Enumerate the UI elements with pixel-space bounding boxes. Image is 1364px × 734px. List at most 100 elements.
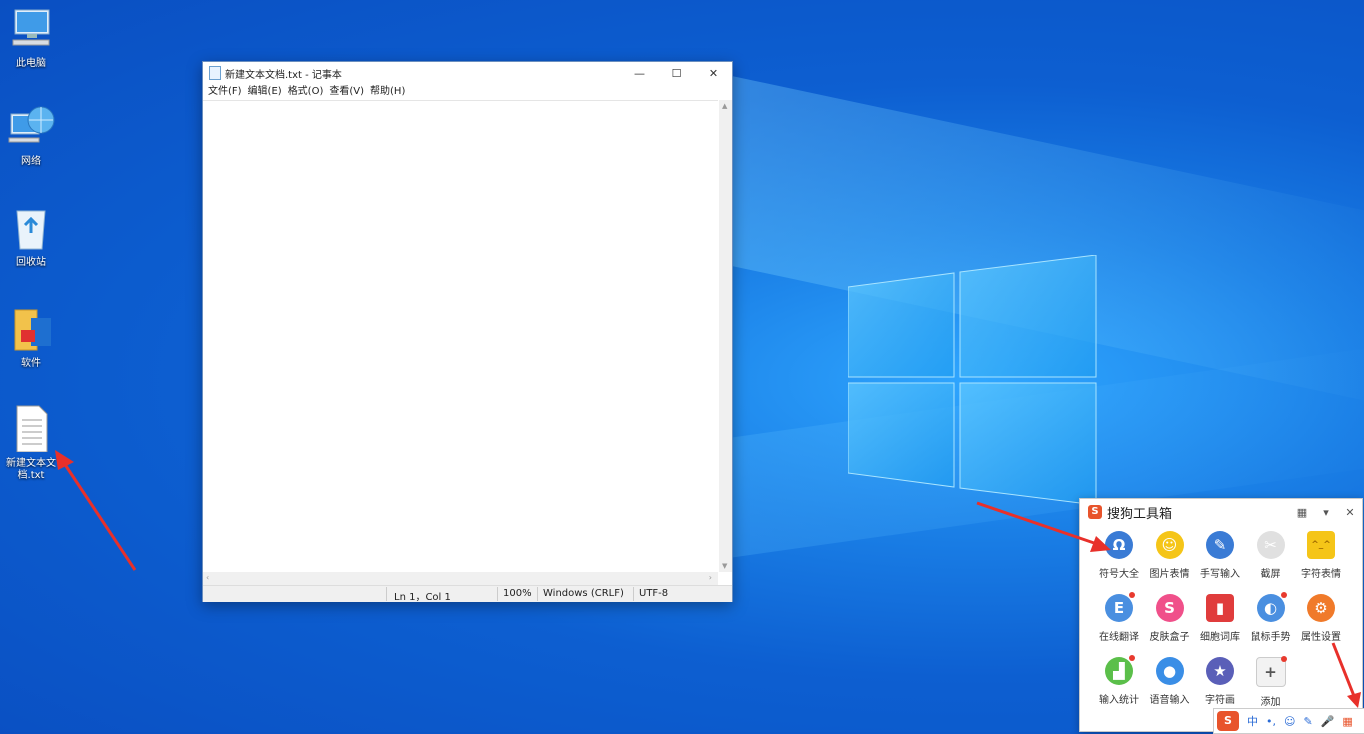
toolbox-item-label: 截屏 bbox=[1260, 569, 1281, 580]
toolbox-item[interactable]: Ω 符号大全 bbox=[1094, 531, 1144, 580]
text-file-icon bbox=[16, 405, 48, 453]
gear-icon: ⚙ bbox=[1307, 594, 1335, 622]
computer-icon bbox=[12, 9, 50, 46]
toolbox-icon[interactable]: ▦ bbox=[1342, 715, 1352, 728]
toolbox-item-label: 字符表情 bbox=[1301, 569, 1341, 580]
toolbox-item-label: 皮肤盒子 bbox=[1149, 632, 1190, 643]
desktop-icon-this-pc[interactable]: 此电脑 bbox=[0, 4, 62, 70]
text-editor-area[interactable] bbox=[203, 100, 718, 573]
folder-icon bbox=[14, 309, 51, 351]
menu-file[interactable]: 文件(F) bbox=[205, 84, 245, 100]
desktop-icon-label: 新建文本文档.txt bbox=[6, 458, 56, 481]
minimize-button[interactable]: — bbox=[621, 62, 658, 84]
toolbox-item-label: 在线翻译 bbox=[1099, 632, 1139, 643]
toolbox-item[interactable]: ● 语音输入 bbox=[1145, 657, 1195, 706]
toolbox-item[interactable]: S 皮肤盒子 bbox=[1145, 594, 1195, 643]
toolbox-item[interactable]: ▟ 输入统计 bbox=[1094, 655, 1144, 706]
scissors-icon: ✂ bbox=[1256, 531, 1285, 559]
menu-bar: 文件(F) 编辑(E) 格式(O) 查看(V) 帮助(H) bbox=[203, 84, 732, 100]
toolbox-skin-button[interactable]: ▦ bbox=[1290, 506, 1314, 519]
punctuation-icon[interactable]: •, bbox=[1266, 715, 1276, 728]
notepad-window: 新建文本文档.txt - 记事本 — ☐ ✕ 文件(F) 编辑(E) 格式(O)… bbox=[202, 61, 733, 603]
desktop-icon-recycle-bin[interactable]: 回收站 bbox=[0, 203, 62, 269]
desktop-icon-label: 回收站 bbox=[16, 257, 46, 268]
sogou-toolbox-panel: S 搜狗工具箱 ▦ ▾ ✕ Ω 符号大全 ☺ 图片表情 ✎ 手写输入 ✂ 截屏 ^_^ 字符表情 E… bbox=[1079, 498, 1363, 732]
sogou-logo-icon[interactable]: S bbox=[1217, 711, 1239, 731]
scroll-up-icon[interactable]: ▲ bbox=[722, 102, 727, 110]
microphone-icon[interactable]: 🎤 bbox=[1321, 715, 1335, 728]
toolbox-item-label: 细胞词库 bbox=[1200, 632, 1240, 643]
toolbox-item-label: 图片表情 bbox=[1149, 569, 1190, 580]
status-line-ending: Windows (CRLF) bbox=[543, 588, 624, 599]
notepad-title-bar[interactable]: 新建文本文档.txt - 记事本 — ☐ ✕ bbox=[203, 62, 732, 84]
toolbox-item[interactable]: ^_^ 字符表情 bbox=[1296, 531, 1346, 580]
toolbox-header: S 搜狗工具箱 ▦ ▾ ✕ bbox=[1080, 499, 1362, 525]
windows-logo-wallpaper bbox=[848, 255, 1097, 505]
status-zoom: 100% bbox=[503, 588, 532, 599]
menu-edit[interactable]: 编辑(E) bbox=[245, 84, 285, 100]
scroll-down-icon[interactable]: ▼ bbox=[722, 562, 727, 570]
toolbox-item[interactable]: E 在线翻译 bbox=[1094, 592, 1144, 643]
chinese-mode-icon[interactable]: 中 bbox=[1247, 713, 1258, 729]
toolbox-item[interactable]: ⚙ 属性设置 bbox=[1296, 594, 1346, 643]
toolbox-item[interactable]: ✂ 截屏 bbox=[1246, 531, 1296, 580]
toolbox-item[interactable]: ✎ 手写输入 bbox=[1195, 531, 1245, 580]
notification-dot bbox=[1280, 656, 1287, 662]
maximize-button[interactable]: ☐ bbox=[658, 62, 695, 84]
toolbox-item[interactable]: ◐ 鼠标手势 bbox=[1246, 592, 1296, 643]
toolbox-title: 搜狗工具箱 bbox=[1107, 506, 1173, 522]
desktop-icon-software-folder[interactable]: 软件 bbox=[0, 304, 62, 370]
recycle-bin-icon bbox=[16, 210, 46, 250]
plus-icon: + bbox=[1255, 656, 1287, 687]
toolbox-item[interactable]: ☺ 图片表情 bbox=[1145, 531, 1195, 580]
toolbox-item-label: 属性设置 bbox=[1301, 632, 1341, 643]
notification-dot bbox=[1280, 592, 1287, 598]
toolbox-item-label: 手写输入 bbox=[1200, 569, 1240, 580]
toolbox-item-label: 字符画 bbox=[1205, 695, 1235, 706]
toolbox-item-label: 语音输入 bbox=[1149, 695, 1190, 706]
toolbox-close-button[interactable]: ✕ bbox=[1338, 506, 1362, 519]
toolbox-item[interactable]: ▮ 细胞词库 bbox=[1195, 594, 1245, 643]
network-icon bbox=[8, 106, 55, 143]
desktop-icon-network[interactable]: 网络 bbox=[0, 102, 62, 168]
close-button[interactable]: ✕ bbox=[695, 62, 732, 84]
menu-help[interactable]: 帮助(H) bbox=[367, 84, 408, 100]
desktop-icon-text-file[interactable]: 新建文本文档.txt bbox=[0, 404, 62, 482]
menu-format[interactable]: 格式(O) bbox=[285, 84, 327, 100]
pen-icon: ✎ bbox=[1206, 531, 1234, 559]
status-divider bbox=[497, 587, 498, 601]
toolbox-item-label: 输入统计 bbox=[1099, 695, 1139, 706]
toolbox-item[interactable]: ★ 字符画 bbox=[1195, 657, 1245, 706]
toolbox-item[interactable]: + 添加 bbox=[1246, 656, 1296, 708]
toolbox-item-label: 添加 bbox=[1260, 697, 1281, 708]
book-icon: ▮ bbox=[1206, 594, 1234, 622]
status-bar: Ln 1，Col 1 100% Windows (CRLF) UTF-8 bbox=[203, 585, 732, 603]
ime-status-bar: S 中 •, ☺ ✎ 🎤 ▦ bbox=[1213, 708, 1364, 734]
scroll-right-icon[interactable]: › bbox=[709, 573, 712, 582]
emoji-icon[interactable]: ☺ bbox=[1284, 715, 1295, 728]
char-emoji-icon: ^_^ bbox=[1307, 531, 1335, 559]
desktop-icon-label: 软件 bbox=[21, 358, 41, 369]
horizontal-scrollbar[interactable]: ‹ › bbox=[203, 572, 718, 585]
char-art-icon: ★ bbox=[1206, 657, 1234, 685]
notepad-icon bbox=[209, 66, 221, 80]
toolbox-item-label: 鼠标手势 bbox=[1250, 632, 1291, 643]
status-divider bbox=[537, 587, 538, 601]
toolbox-dropdown-button[interactable]: ▾ bbox=[1314, 506, 1338, 519]
stats-icon: ▟ bbox=[1105, 655, 1135, 685]
skin-icon: S bbox=[1155, 594, 1184, 622]
omega-icon: Ω bbox=[1105, 531, 1133, 559]
wallpaper-light-beam bbox=[730, 75, 1364, 415]
vertical-scrollbar[interactable]: ▲ ▼ bbox=[719, 100, 732, 572]
notification-dot bbox=[1129, 655, 1135, 661]
window-title: 新建文本文档.txt - 记事本 bbox=[225, 69, 342, 81]
sogou-logo-icon: S bbox=[1088, 505, 1102, 519]
status-divider bbox=[386, 587, 387, 601]
status-divider bbox=[633, 587, 634, 601]
handwriting-icon[interactable]: ✎ bbox=[1303, 715, 1312, 728]
menu-view[interactable]: 查看(V) bbox=[326, 84, 367, 100]
desktop-icon-label: 网络 bbox=[21, 156, 41, 167]
microphone-icon: ● bbox=[1155, 657, 1184, 685]
desktop-icon-label: 此电脑 bbox=[16, 58, 46, 69]
scroll-left-icon[interactable]: ‹ bbox=[206, 573, 209, 582]
